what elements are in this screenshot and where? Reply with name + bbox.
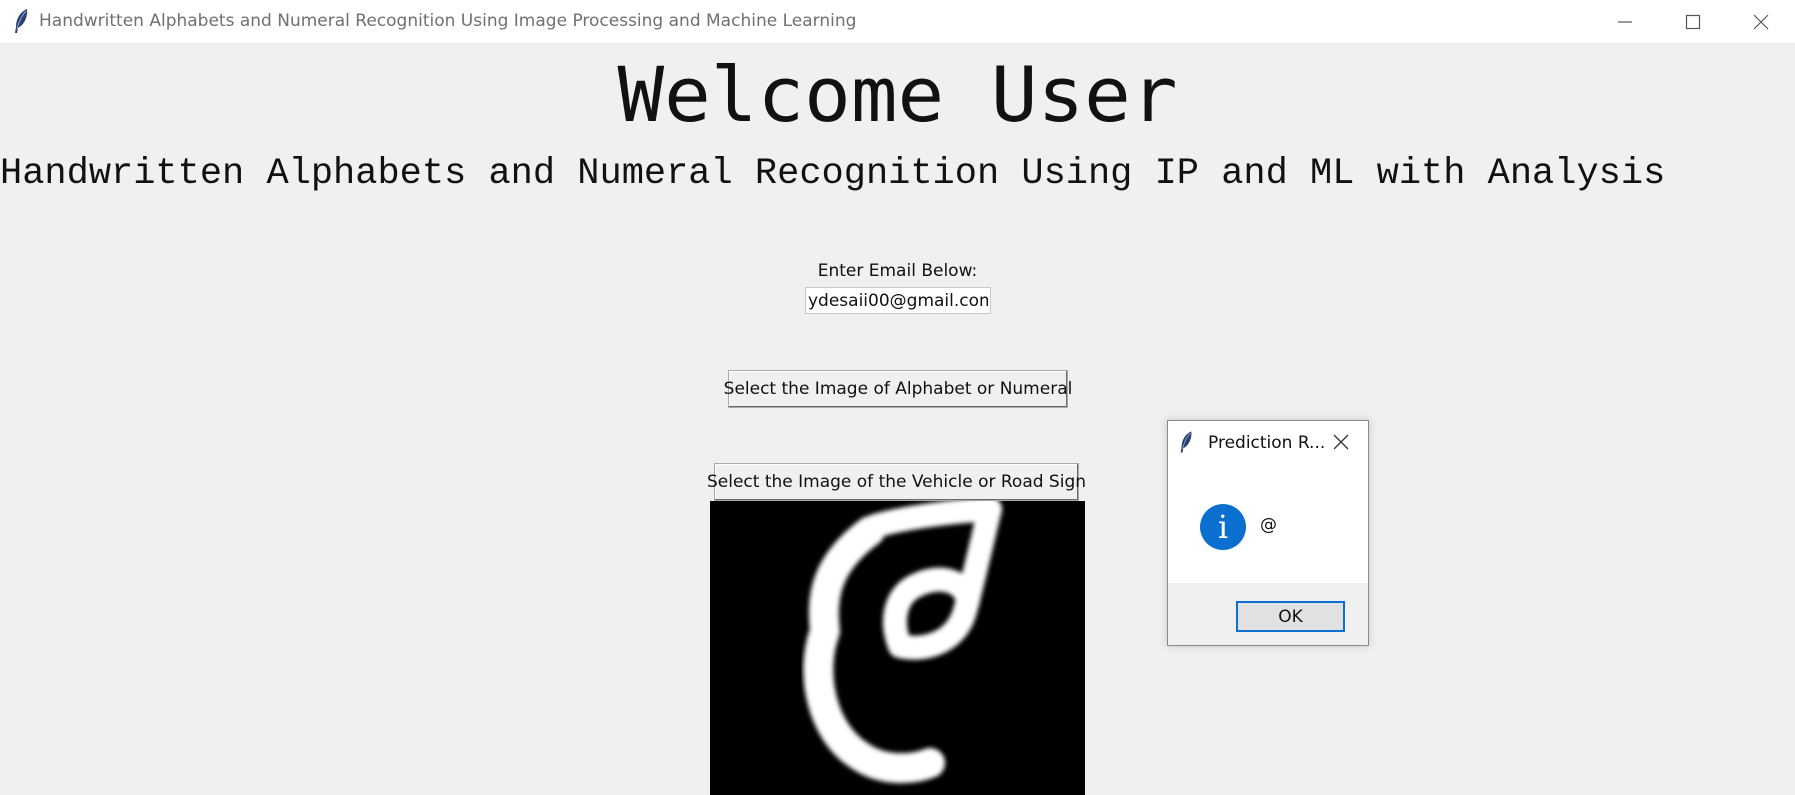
selected-image-preview [710, 501, 1085, 795]
ok-button[interactable]: OK [1236, 601, 1345, 632]
window-title-bar: Handwritten Alphabets and Numeral Recogn… [0, 0, 1795, 44]
close-icon [1333, 434, 1349, 450]
close-icon [1753, 14, 1769, 30]
feather-icon [1180, 431, 1192, 453]
minimize-button[interactable] [1590, 0, 1660, 44]
project-subtitle: Handwritten Alphabets and Numeral Recogn… [0, 153, 1666, 195]
dialog-title-bar: Prediction R... [1168, 421, 1368, 463]
dialog-footer: OK [1168, 583, 1368, 645]
select-alphabet-image-button[interactable]: Select the Image of Alphabet or Numeral [724, 370, 1072, 408]
dialog-title: Prediction R... [1208, 433, 1326, 453]
maximize-icon [1685, 14, 1701, 30]
prediction-message: @ [1260, 515, 1277, 535]
maximize-button[interactable] [1658, 0, 1728, 44]
close-button[interactable] [1726, 0, 1795, 44]
select-vehicle-image-button[interactable]: Select the Image of the Vehicle or Road … [707, 463, 1086, 501]
prediction-result-dialog: Prediction R... i @ OK [1167, 420, 1369, 646]
feather-icon [15, 9, 28, 33]
handwritten-at-sign-image [803, 501, 1002, 784]
window-title: Handwritten Alphabets and Numeral Recogn… [39, 11, 857, 31]
dialog-close-button[interactable] [1330, 431, 1352, 453]
email-input[interactable] [805, 287, 991, 314]
info-icon: i [1200, 504, 1246, 550]
email-label: Enter Email Below: [817, 261, 978, 281]
minimize-icon [1618, 21, 1632, 23]
welcome-heading: Welcome User [617, 50, 1178, 139]
